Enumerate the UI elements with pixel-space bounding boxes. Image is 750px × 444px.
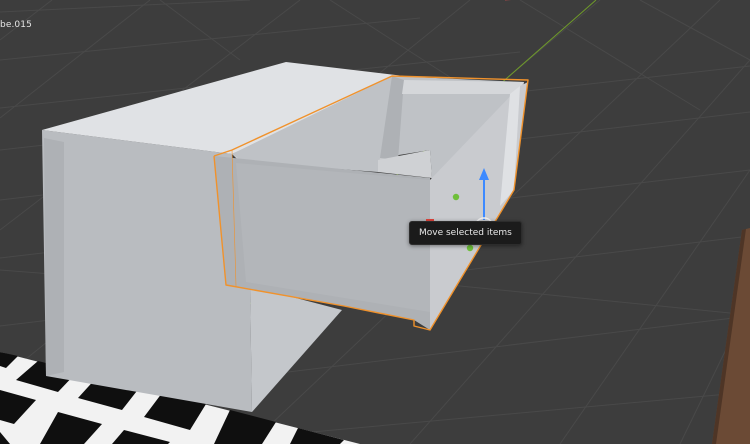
3d-viewport[interactable]: be.015 Move selected items — [0, 0, 750, 444]
object-name-label: be.015 — [0, 20, 32, 30]
move-tooltip: Move selected items — [409, 221, 522, 245]
viewport-scene[interactable] — [0, 0, 750, 444]
